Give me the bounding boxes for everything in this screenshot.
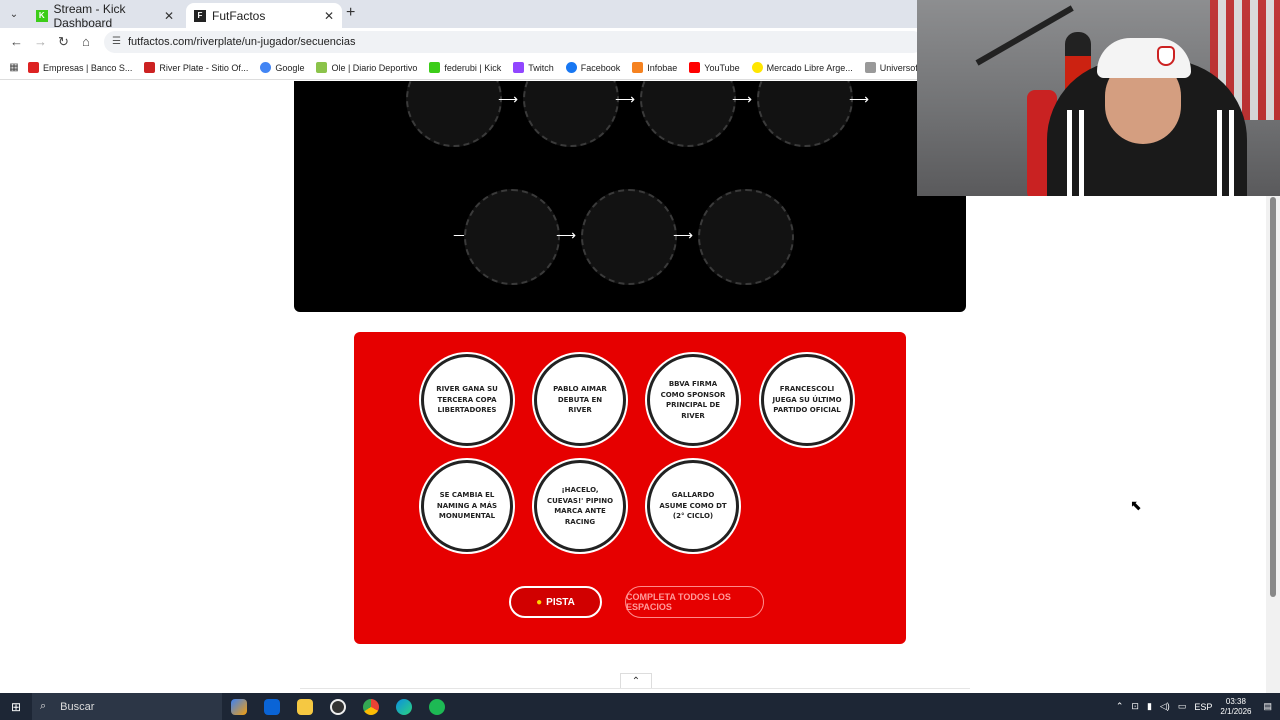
scrollbar-thumb[interactable] — [1270, 197, 1276, 597]
sequence-slot[interactable] — [640, 81, 736, 147]
futfactos-icon: F — [194, 9, 206, 22]
edge-icon[interactable] — [387, 698, 420, 715]
arrow-right-icon: ⟶ — [498, 91, 519, 107]
kick-icon: K — [36, 9, 48, 22]
bookmark-item[interactable]: River Plate - Sitio Of... — [144, 62, 248, 73]
close-icon[interactable]: ✕ — [324, 9, 334, 23]
language-indicator[interactable]: ESP — [1194, 702, 1212, 712]
bookmark-icon — [28, 62, 39, 73]
bookmark-item[interactable]: Empresas | Banco S... — [28, 62, 132, 73]
webcam-shirt-stripe — [1229, 110, 1234, 196]
youtube-icon — [689, 62, 701, 73]
page-scrollbar[interactable] — [1266, 117, 1280, 693]
bookmark-icon — [864, 62, 876, 73]
sequence-slot[interactable] — [523, 81, 619, 147]
tab-label: FutFactos — [212, 8, 266, 23]
microphone-icon[interactable]: ▮ — [1147, 701, 1152, 712]
bookmark-item[interactable]: YouTube — [689, 62, 740, 73]
webcam-mic-arm — [975, 5, 1074, 66]
divider — [300, 688, 970, 689]
arrow-right-icon: ⟶ — [849, 91, 870, 107]
sequence-slot[interactable] — [581, 189, 677, 285]
google-icon — [260, 62, 272, 73]
clock[interactable]: 03:38 2/1/2026 — [1220, 697, 1251, 716]
back-arrow-icon[interactable]: ← — [10, 34, 23, 49]
arrow-right-icon: ⟶ — [615, 91, 636, 107]
hint-button[interactable]: ● PISTA — [509, 586, 602, 618]
network-icon[interactable]: ⊡ — [1131, 701, 1139, 712]
sequence-slot[interactable] — [406, 81, 502, 147]
display-icon[interactable]: ▭ — [1178, 701, 1187, 712]
arrow-right-icon: ⟶ — [732, 91, 753, 107]
scroll-top-chevron-icon[interactable]: ⌃ — [620, 673, 652, 689]
facebook-icon — [565, 62, 577, 73]
outlook-icon[interactable] — [255, 698, 288, 715]
complete-button[interactable]: COMPLETA TODOS LOS ESPACIOS — [625, 586, 764, 618]
windows-start-icon[interactable]: ⊞ — [0, 700, 32, 714]
bookmark-icon — [316, 62, 328, 73]
windows-taskbar: ⊞ ⌕ Buscar ⌃ ⊡ ▮ ◁) ▭ ESP 03:38 2/1/2026… — [0, 693, 1280, 720]
spotify-icon[interactable] — [420, 698, 453, 715]
tab-search-chevron-icon[interactable]: ⌄ — [4, 4, 24, 24]
bookmark-item[interactable]: Google — [260, 62, 304, 73]
notification-icon[interactable]: ▤ — [1263, 701, 1272, 712]
webcam-shirt-stripe — [1067, 110, 1072, 196]
mercadolibre-icon — [751, 62, 763, 73]
bookmark-item[interactable]: Twitch — [513, 62, 554, 73]
apps-grid-icon[interactable]: ▦ — [0, 62, 28, 73]
kick-icon — [429, 62, 441, 73]
url-text: futfactos.com/riverplate/un-jugador/secu… — [128, 36, 356, 48]
file-explorer-icon[interactable] — [288, 698, 321, 715]
webcam-shirt-stripe — [1079, 110, 1084, 196]
infobae-icon — [632, 62, 644, 73]
bookmark-item[interactable]: Ole | Diario Deportivo — [316, 62, 417, 73]
event-card[interactable]: FRANCESCOLI JUEGA SU ÚLTIMO PARTIDO OFIC… — [761, 354, 853, 446]
webcam-cap — [1097, 38, 1191, 78]
webcam-overlay — [917, 0, 1280, 196]
volume-icon[interactable]: ◁) — [1160, 701, 1170, 712]
tab-kick-dashboard[interactable]: K Stream - Kick Dashboard ✕ — [28, 1, 182, 30]
sequence-slot[interactable] — [698, 189, 794, 285]
chrome-icon[interactable] — [354, 698, 387, 715]
arrow-right-icon: ⟶ — [556, 227, 577, 243]
event-card[interactable]: GALLARDO ASUME COMO DT (2° CICLO) — [647, 460, 739, 552]
chevron-up-icon[interactable]: ⌃ — [1116, 701, 1124, 712]
bookmark-icon — [144, 62, 156, 73]
event-card[interactable]: SE CAMBIA EL NAMING A MÁS MONUMENTAL — [421, 460, 513, 552]
new-tab-plus-icon[interactable]: + — [346, 4, 355, 22]
event-card[interactable]: ¡HACELO, CUEVAS!' PIPINO MARCA ANTE RACI… — [534, 460, 626, 552]
search-icon: ⌕ — [40, 700, 47, 712]
home-icon[interactable]: ⌂ — [82, 34, 90, 49]
webcam-shirt-stripe — [1217, 110, 1222, 196]
obs-icon[interactable] — [321, 698, 354, 715]
forward-arrow-icon[interactable]: → — [34, 34, 47, 49]
lightbulb-icon: ● — [536, 596, 543, 608]
site-info-icon[interactable]: ☰ — [112, 36, 121, 47]
bookmark-item[interactable]: federubi | Kick — [429, 62, 501, 73]
taskbar-search[interactable]: ⌕ Buscar — [32, 693, 222, 720]
cards-panel: RIVER GANA SU TERCERA COPA LIBERTADORES … — [354, 332, 906, 644]
event-card[interactable]: RIVER GANA SU TERCERA COPA LIBERTADORES — [421, 354, 513, 446]
system-tray: ⌃ ⊡ ▮ ◁) ▭ ESP 03:38 2/1/2026 ▤ — [1116, 693, 1280, 720]
address-bar[interactable]: ☰ futfactos.com/riverplate/un-jugador/se… — [104, 31, 924, 53]
sequence-slot[interactable] — [757, 81, 853, 147]
twitch-icon — [513, 62, 525, 73]
sequence-slot[interactable] — [464, 189, 560, 285]
mouse-cursor-icon: ⬉ — [1130, 497, 1142, 513]
bookmark-item[interactable]: Mercado Libre Arge... — [751, 62, 853, 73]
tab-label: Stream - Kick Dashboard — [53, 1, 126, 30]
tab-futfactos[interactable]: F FutFactos ✕ — [186, 3, 342, 28]
arrow-right-icon: ⟶ — [673, 227, 694, 243]
event-card[interactable]: PABLO AIMAR DEBUTA EN RIVER — [534, 354, 626, 446]
close-icon[interactable]: ✕ — [164, 9, 174, 23]
webcam-cap-badge — [1157, 46, 1175, 66]
event-card[interactable]: BBVA FIRMA COMO SPONSOR PRINCIPAL DE RIV… — [647, 354, 739, 446]
sequence-board: ⟶ ⟶ ⟶ ⟶ ⟶ ⟶ ⟶ — [294, 81, 966, 312]
reload-icon[interactable]: ↻ — [58, 34, 69, 50]
bookmark-item[interactable]: Facebook — [565, 62, 620, 73]
bookmark-item[interactable]: Infobae — [632, 62, 677, 73]
copilot-icon[interactable] — [222, 698, 255, 715]
